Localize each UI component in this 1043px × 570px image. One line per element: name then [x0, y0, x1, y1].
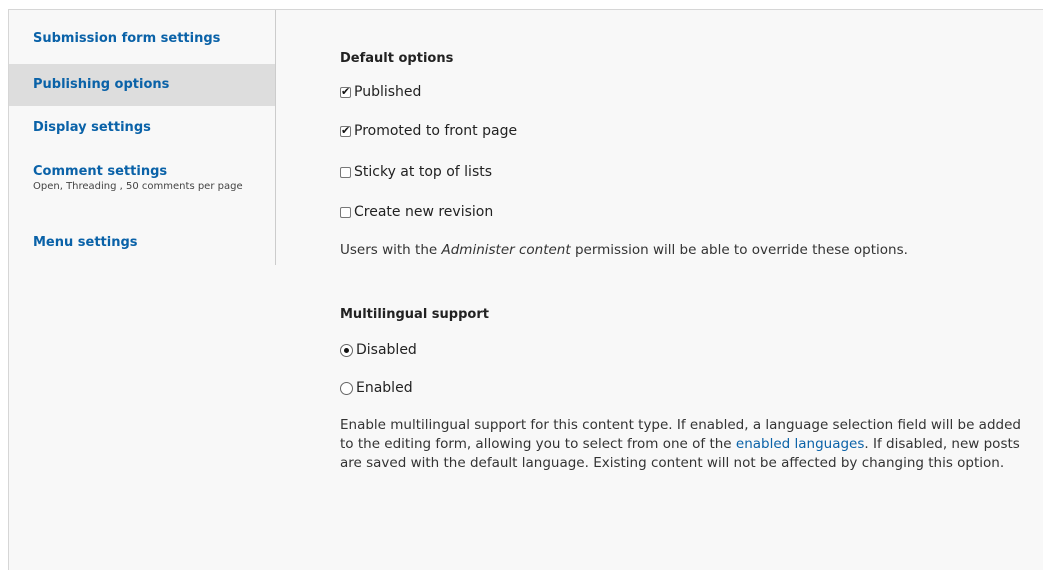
enabled-languages-link[interactable]: enabled languages	[736, 436, 865, 452]
sticky-checkbox[interactable]	[340, 166, 351, 178]
tab-publishing-options[interactable]: Publishing options	[9, 64, 275, 106]
option-label: Create new revision	[354, 204, 494, 220]
sticky-option[interactable]: Sticky at top of lists	[340, 164, 492, 180]
default-options-heading: Default options	[340, 51, 454, 66]
option-label: Published	[354, 84, 422, 100]
published-checkbox[interactable]	[340, 85, 351, 98]
multilingual-description: Enable multilingual support for this con…	[340, 417, 1021, 471]
option-label: Enabled	[356, 380, 413, 396]
disabled-option[interactable]: Disabled	[340, 342, 417, 358]
disabled-radio[interactable]	[340, 343, 353, 357]
option-label: Disabled	[356, 342, 417, 358]
default-options-description: Users with the Administer content permis…	[340, 242, 908, 258]
vertical-tabs-list: Submission form settings Publishing opti…	[9, 10, 276, 265]
new-revision-option[interactable]: Create new revision	[340, 204, 493, 220]
multilingual-heading: Multilingual support	[340, 307, 489, 322]
tab-label: Display settings	[33, 120, 151, 135]
promoted-option[interactable]: Promoted to front page	[340, 123, 517, 139]
enabled-option[interactable]: Enabled	[340, 380, 413, 396]
option-label: Sticky at top of lists	[354, 164, 493, 180]
tab-label: Comment settings	[33, 164, 168, 179]
published-option[interactable]: Published	[340, 84, 421, 100]
tab-menu-settings[interactable]: Menu settings	[9, 234, 275, 251]
enabled-radio[interactable]	[340, 381, 353, 395]
tab-display-settings[interactable]: Display settings	[9, 119, 275, 136]
option-label: Promoted to front page	[354, 123, 518, 139]
tab-label: Publishing options	[33, 77, 170, 92]
new-revision-checkbox[interactable]	[340, 206, 351, 218]
tab-comment-settings[interactable]: Comment settings Open, Threading , 50 co…	[9, 163, 275, 192]
tab-label: Menu settings	[33, 235, 138, 250]
tab-label: Submission form settings	[33, 31, 221, 46]
tab-summary: Open, Threading , 50 comments per page	[33, 181, 243, 192]
tab-submission-form-settings[interactable]: Submission form settings	[9, 30, 275, 47]
promoted-checkbox[interactable]	[340, 124, 351, 137]
